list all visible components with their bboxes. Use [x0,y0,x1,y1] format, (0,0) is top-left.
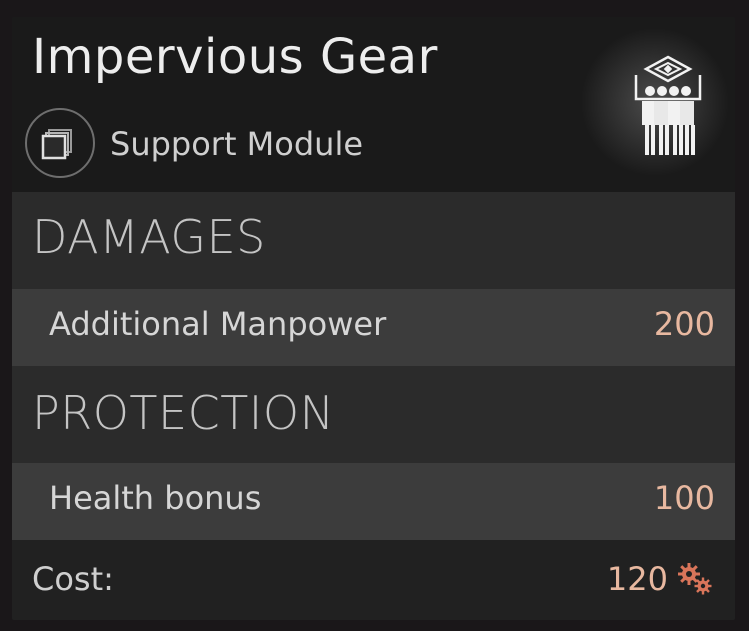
cost-row: Cost: 120 [12,540,735,620]
cost-label: Cost: [32,560,114,598]
item-type-label: Support Module [110,125,364,163]
stat-value: 100 [653,479,715,517]
section-damages: DAMAGES [12,192,735,289]
manpower-squad-icon [634,55,702,155]
stat-value: 200 [653,305,715,343]
item-title: Impervious Gear [32,29,438,85]
section-title-protection: PROTECTION [32,386,335,440]
stat-name: Additional Manpower [49,305,387,343]
stacked-squares-icon [25,108,95,178]
stat-row-additional-manpower: Additional Manpower 200 [12,289,735,366]
section-protection: PROTECTION [12,366,735,463]
section-title-damages: DAMAGES [32,210,266,264]
tooltip-header: Impervious Gear Support Module [12,17,735,192]
item-tooltip: Impervious Gear Support Module DAMAGES A… [12,17,735,620]
stat-name: Health bonus [49,479,262,517]
stat-row-health-bonus: Health bonus 100 [12,463,735,540]
cost-value: 120 [606,560,668,598]
gears-icon [678,563,712,595]
